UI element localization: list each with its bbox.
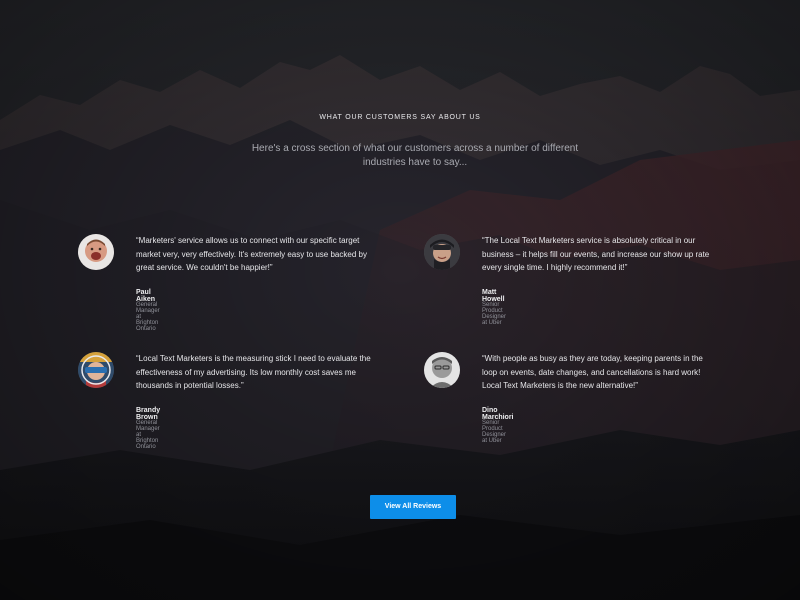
testimonial-author-role: Senior Product Designer at Uber	[482, 302, 507, 326]
testimonial-quote: “Marketers' service allows us to connect…	[136, 236, 367, 273]
testimonials-section: WHAT OUR CUSTOMERS SAY ABOUT US Here's a…	[0, 0, 800, 600]
testimonial-quote: “With people as busy as they are today, …	[482, 354, 703, 391]
avatar	[78, 234, 114, 270]
testimonial-author-role: General Manager at Brighton Ontario	[136, 420, 160, 450]
testimonial-author-role: General Manager at Brighton Ontario	[136, 302, 160, 332]
testimonial-author-name: Paul Aiken	[136, 289, 156, 303]
testimonial-author-name: Brandy Brown	[136, 407, 161, 421]
testimonial-author-role: Senior Product Designer at Uber	[482, 420, 507, 444]
testimonial-author-name: Matt Howell	[482, 289, 505, 303]
view-all-reviews-button[interactable]: View All Reviews	[370, 495, 456, 519]
testimonial-quote: “Local Text Marketers is the measuring s…	[136, 354, 371, 391]
testimonial-quote: “The Local Text Marketers service is abs…	[482, 236, 710, 273]
avatar	[424, 234, 460, 270]
avatar	[78, 352, 114, 388]
section-subtitle: Here's a cross section of what our custo…	[251, 143, 579, 168]
avatar	[424, 352, 460, 388]
testimonial-author-name: Dino Marchiori	[482, 407, 514, 421]
section-eyebrow: WHAT OUR CUSTOMERS SAY ABOUT US	[319, 114, 481, 121]
